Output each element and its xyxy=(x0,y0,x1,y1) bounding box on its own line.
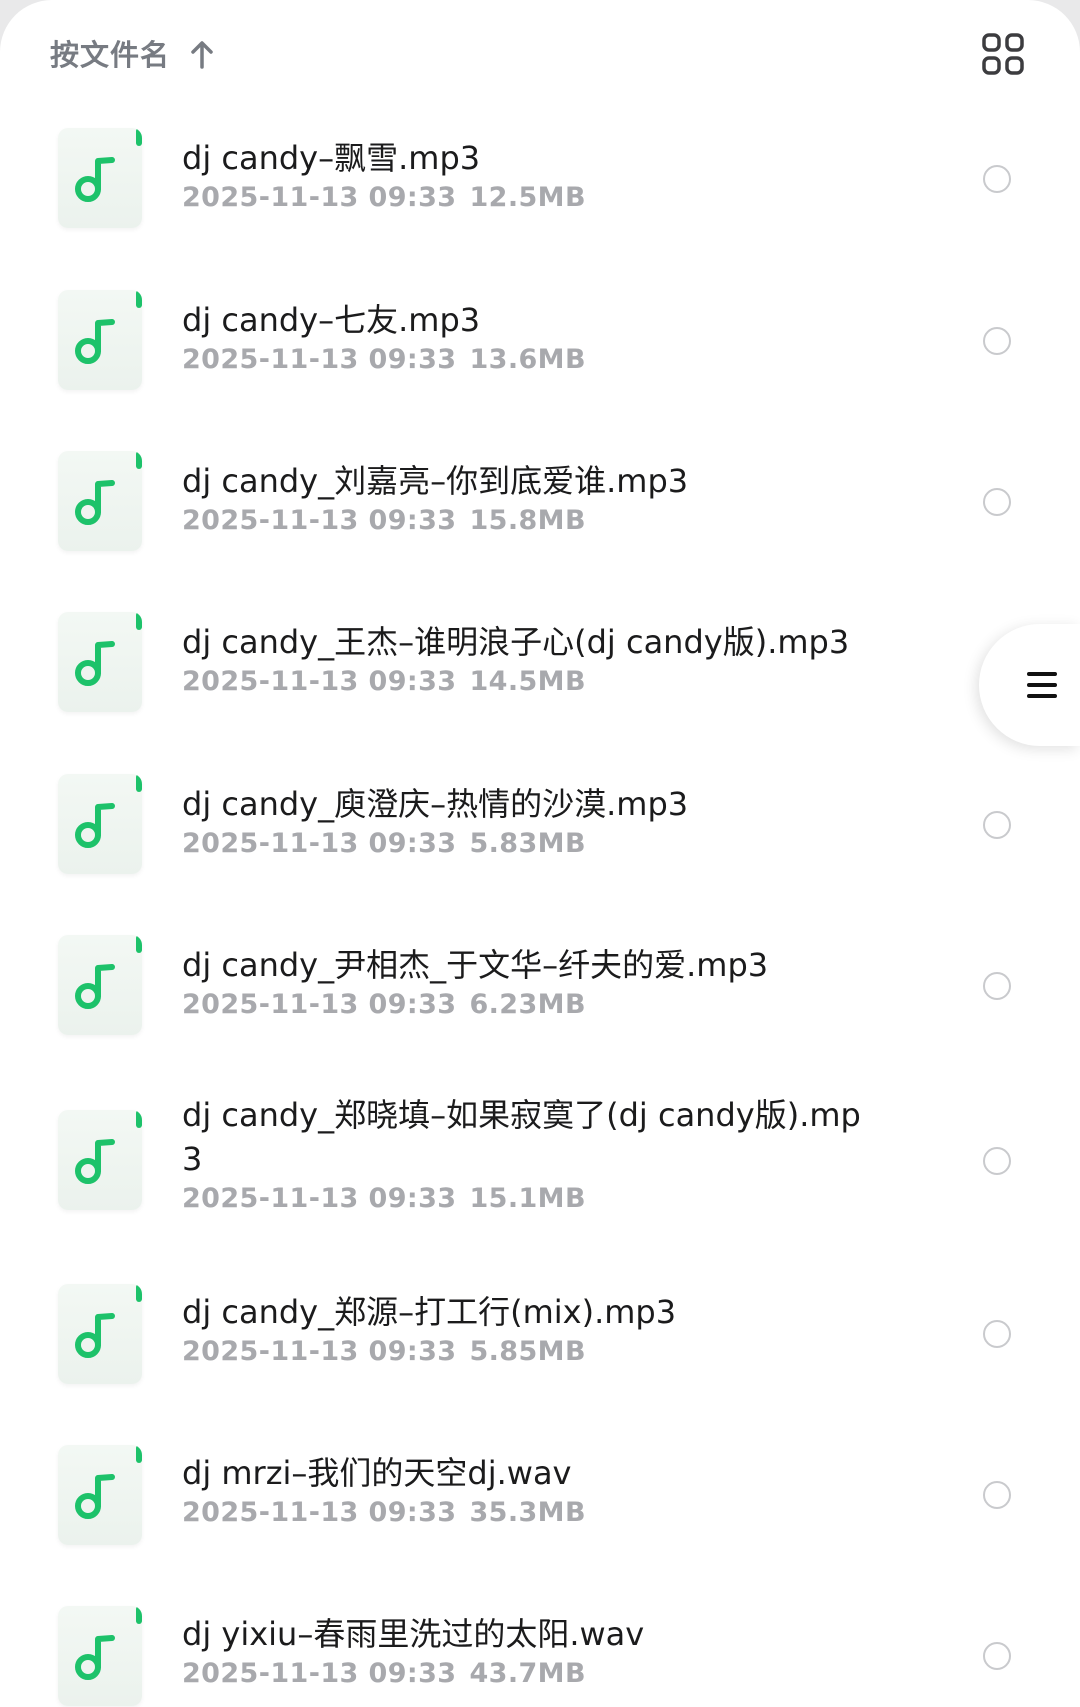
file-size: 35.3MB xyxy=(469,1497,586,1528)
file-date: 2025-11-13 09:33 xyxy=(182,828,457,859)
file-info: dj mrzi–我们的天空dj.wav 2025-11-13 09:33 35.3… xyxy=(182,1451,872,1531)
file-meta: 2025-11-13 09:33 12.5MB xyxy=(182,180,872,216)
select-checkbox[interactable] xyxy=(983,1481,1011,1509)
file-info: dj candy_郑源–打工行(mix).mp3 2025-11-13 09:3… xyxy=(182,1290,872,1370)
file-row[interactable]: dj mrzi–我们的天空dj.wav 2025-11-13 09:33 35.3… xyxy=(0,1445,1080,1600)
music-note-icon xyxy=(75,641,115,686)
list-header: 按文件名 xyxy=(0,0,1080,112)
file-name: dj mrzi–我们的天空dj.wav xyxy=(182,1454,572,1492)
file-size: 14.5MB xyxy=(469,666,586,697)
file-date: 2025-11-13 09:33 xyxy=(182,1497,457,1528)
music-note-icon xyxy=(75,319,115,364)
file-size: 13.6MB xyxy=(469,344,586,375)
file-meta: 2025-11-13 09:33 13.6MB xyxy=(182,342,872,378)
file-size: 15.1MB xyxy=(469,1183,586,1214)
file-name: dj candy_庾澄庆–热情的沙漠.mp3 xyxy=(182,785,689,823)
file-size: 43.7MB xyxy=(469,1658,586,1689)
file-meta: 2025-11-13 09:33 15.1MB xyxy=(182,1181,872,1217)
file-meta: 2025-11-13 09:33 35.3MB xyxy=(182,1495,872,1531)
select-checkbox[interactable] xyxy=(983,1147,1011,1175)
file-name: dj candy_刘嘉亮–你到底爱谁.mp3 xyxy=(182,462,689,500)
select-checkbox[interactable] xyxy=(983,1642,1011,1670)
file-meta: 2025-11-13 09:33 15.8MB xyxy=(182,503,872,539)
file-date: 2025-11-13 09:33 xyxy=(182,1658,457,1689)
music-note-icon xyxy=(75,1139,115,1184)
file-info: dj candy_尹相杰_于文华–纤夫的爱.mp3 2025-11-13 09:… xyxy=(182,943,872,1023)
file-name: dj candy_王杰–谁明浪子心(dj candy版).mp3 xyxy=(182,623,850,661)
music-note-icon xyxy=(75,480,115,525)
file-row[interactable]: dj candy–飘雪.mp3 2025-11-13 09:33 12.5MB xyxy=(0,112,1080,267)
file-name: dj candy_尹相杰_于文华–纤夫的爱.mp3 xyxy=(182,946,769,984)
select-checkbox[interactable] xyxy=(983,1320,1011,1348)
file-date: 2025-11-13 09:33 xyxy=(182,989,457,1020)
select-checkbox[interactable] xyxy=(983,165,1011,193)
file-date: 2025-11-13 09:33 xyxy=(182,344,457,375)
music-file-icon xyxy=(58,935,142,1035)
file-date: 2025-11-13 09:33 xyxy=(182,1183,457,1214)
music-note-icon xyxy=(75,964,115,1009)
file-name: dj candy_郑源–打工行(mix).mp3 xyxy=(182,1293,677,1331)
music-file-icon xyxy=(58,1445,142,1545)
select-checkbox[interactable] xyxy=(983,488,1011,516)
music-note-icon xyxy=(75,1635,115,1680)
file-name: dj candy–飘雪.mp3 xyxy=(182,139,481,177)
file-info: dj candy_刘嘉亮–你到底爱谁.mp3 2025-11-13 09:33 1… xyxy=(182,459,872,539)
file-date: 2025-11-13 09:33 xyxy=(182,1336,457,1367)
music-note-icon xyxy=(75,1474,115,1519)
file-row[interactable]: dj candy_郑源–打工行(mix).mp3 2025-11-13 09:3… xyxy=(0,1284,1080,1439)
select-checkbox[interactable] xyxy=(983,811,1011,839)
file-meta: 2025-11-13 09:33 5.85MB xyxy=(182,1334,872,1370)
select-checkbox[interactable] xyxy=(983,327,1011,355)
file-name: dj candy–七友.mp3 xyxy=(182,301,481,339)
music-file-icon xyxy=(58,290,142,390)
grid-view-toggle[interactable] xyxy=(981,32,1025,76)
music-note-icon xyxy=(75,1313,115,1358)
file-meta: 2025-11-13 09:33 5.83MB xyxy=(182,826,872,862)
file-row[interactable]: dj candy_郑晓填–如果寂寞了(dj candy版).mp3 2025-1… xyxy=(0,1081,1080,1266)
file-list: dj candy–飘雪.mp3 2025-11-13 09:33 12.5MB d… xyxy=(0,112,1080,1707)
music-file-icon xyxy=(58,1110,142,1210)
file-date: 2025-11-13 09:33 xyxy=(182,505,457,536)
file-size: 12.5MB xyxy=(469,182,586,213)
file-size: 15.8MB xyxy=(469,505,586,536)
music-note-icon xyxy=(75,803,115,848)
file-meta: 2025-11-13 09:33 43.7MB xyxy=(182,1656,872,1692)
file-size: 5.83MB xyxy=(469,828,586,859)
sort-by-name-button[interactable]: 按文件名 xyxy=(50,30,216,80)
file-size: 5.85MB xyxy=(469,1336,586,1367)
select-checkbox[interactable] xyxy=(983,972,1011,1000)
file-row[interactable]: dj candy–七友.mp3 2025-11-13 09:33 13.6MB xyxy=(0,274,1080,429)
file-info: dj candy_郑晓填–如果寂寞了(dj candy版).mp3 2025-1… xyxy=(182,1093,872,1217)
file-date: 2025-11-13 09:33 xyxy=(182,666,457,697)
file-info: dj candy_王杰–谁明浪子心(dj candy版).mp3 2025-11… xyxy=(182,620,872,700)
music-file-icon xyxy=(58,1606,142,1706)
file-meta: 2025-11-13 09:33 6.23MB xyxy=(182,987,872,1023)
music-note-icon xyxy=(75,157,115,202)
music-file-icon xyxy=(58,774,142,874)
file-info: dj yixiu–春雨里洗过的太阳.wav 2025-11-13 09:33 43… xyxy=(182,1612,872,1692)
music-file-icon xyxy=(58,128,142,228)
file-row[interactable]: dj candy_尹相杰_于文华–纤夫的爱.mp3 2025-11-13 09:… xyxy=(0,919,1080,1074)
file-row[interactable]: dj candy_刘嘉亮–你到底爱谁.mp3 2025-11-13 09:33 1… xyxy=(0,435,1080,590)
file-info: dj candy–七友.mp3 2025-11-13 09:33 13.6MB xyxy=(182,298,872,378)
file-row[interactable]: dj yixiu–春雨里洗过的太阳.wav 2025-11-13 09:33 43… xyxy=(0,1606,1080,1707)
file-row[interactable]: dj candy_王杰–谁明浪子心(dj candy版).mp3 2025-11… xyxy=(0,596,1080,751)
arrow-up-icon xyxy=(188,40,216,70)
file-info: dj candy_庾澄庆–热情的沙漠.mp3 2025-11-13 09:33 5… xyxy=(182,782,872,862)
file-browser-panel: 按文件名 dj candy–飘雪.mp3 2025-11-13 09:33 12… xyxy=(0,0,1080,1707)
file-info: dj candy–飘雪.mp3 2025-11-13 09:33 12.5MB xyxy=(182,136,872,216)
file-name: dj yixiu–春雨里洗过的太阳.wav xyxy=(182,1615,645,1653)
file-date: 2025-11-13 09:33 xyxy=(182,182,457,213)
music-file-icon xyxy=(58,451,142,551)
file-meta: 2025-11-13 09:33 14.5MB xyxy=(182,664,872,700)
sort-label: 按文件名 xyxy=(50,37,171,72)
grid-view-icon xyxy=(981,32,1025,76)
music-file-icon xyxy=(58,1284,142,1384)
music-file-icon xyxy=(58,612,142,712)
file-row[interactable]: dj candy_庾澄庆–热情的沙漠.mp3 2025-11-13 09:33 5… xyxy=(0,758,1080,913)
file-name: dj candy_郑晓填–如果寂寞了(dj candy版).mp3 xyxy=(182,1096,861,1178)
file-size: 6.23MB xyxy=(469,989,586,1020)
